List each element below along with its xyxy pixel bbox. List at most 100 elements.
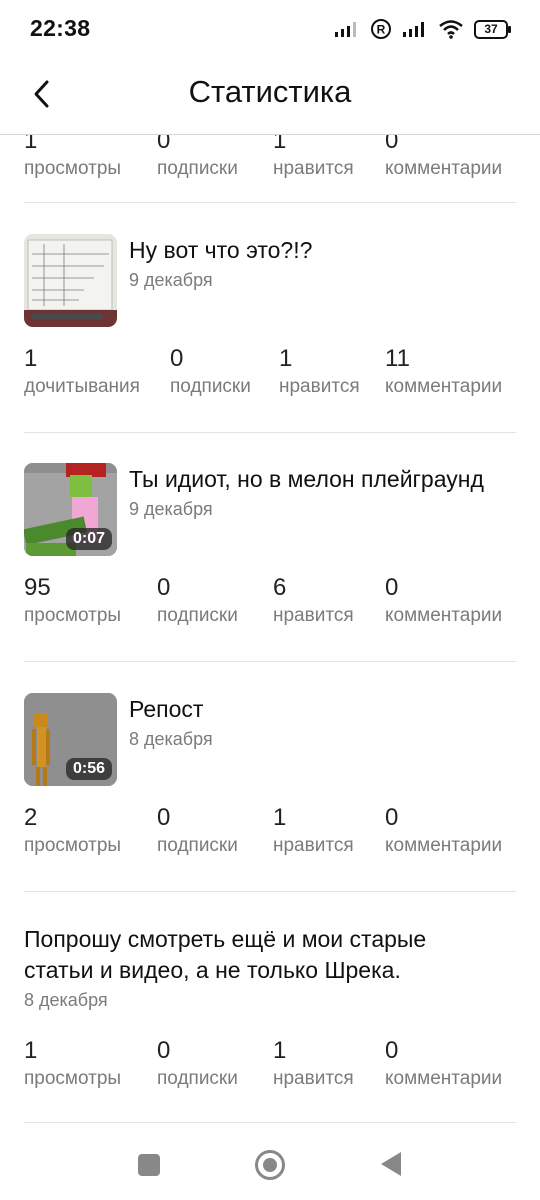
item-stats: 95 просмотры 0 подписки 6 нравится 0 ком…	[24, 573, 516, 633]
divider	[24, 432, 516, 433]
stat-subscriptions: 0 подписки	[157, 573, 238, 629]
stat-likes: 1 нравится	[273, 803, 354, 859]
stat-label: комментарии	[385, 835, 503, 856]
stat-value: 0	[170, 345, 184, 372]
item-date: 9 декабря	[129, 499, 213, 519]
stat-value: 2	[24, 804, 38, 831]
item-title[interactable]: Ты идиот, но в мелон плейграунд	[129, 466, 484, 493]
item-stats: 1 дочитывания 0 подписки 1 нравится 11 к…	[24, 344, 516, 404]
video-duration: 0:56	[65, 758, 112, 780]
stat-label: комментарии	[385, 605, 503, 626]
stat-label: подписки	[157, 1068, 238, 1089]
stat-likes: 1 нравится	[279, 344, 360, 400]
thumbnail[interactable]	[24, 234, 117, 327]
stat-comments: 0 комментарии	[385, 573, 502, 629]
stat-comments: 0 комментарии	[385, 803, 502, 859]
signal-icon	[403, 22, 424, 37]
stat-value: 0	[385, 804, 399, 831]
stat-subscriptions: 0 подписки	[170, 344, 251, 400]
stat-label: нравится	[279, 376, 360, 397]
item-date: 8 декабря	[24, 990, 108, 1010]
item-title[interactable]: Попрошу смотреть ещё и мои старые статьи…	[24, 924, 494, 986]
status-icons: R 37	[334, 18, 511, 40]
stat-comments: 11 комментарии	[385, 344, 502, 400]
video-duration: 0:07	[65, 528, 112, 550]
stat-value: 0	[157, 134, 171, 154]
item-stats: 2 просмотры 0 подписки 1 нравится 0 комм…	[24, 803, 516, 863]
list-item[interactable]: 0:56 Репост 8 декабря 2 просмотры 0 подп…	[24, 693, 516, 863]
system-nav-bar	[0, 1124, 540, 1200]
list-item[interactable]: 0:07 Ты идиот, но в мелон плейграунд 9 д…	[24, 463, 516, 633]
stat-label: нравится	[273, 1068, 354, 1089]
stat-label: просмотры	[24, 605, 122, 626]
stat-value: 1	[273, 804, 287, 831]
stat-label: просмотры	[24, 1068, 122, 1089]
item-stats: 1 просмотры 0 подписки 1 нравится 0 комм…	[24, 134, 516, 186]
stat-label: нравится	[273, 158, 354, 179]
stat-value: 0	[385, 1037, 399, 1064]
item-title[interactable]: Ну вот что это?!?	[129, 237, 312, 264]
stat-label: подписки	[157, 835, 238, 856]
status-bar: 22:38 R 37	[0, 0, 540, 58]
stats-list[interactable]: 1 просмотры 0 подписки 1 нравится 0 комм…	[0, 134, 540, 1124]
divider	[24, 661, 516, 662]
stat-label: дочитывания	[24, 376, 140, 397]
stat-label: комментарии	[385, 1068, 503, 1089]
divider	[24, 891, 516, 892]
stat-value: 95	[24, 574, 51, 601]
stat-views: 1 просмотры	[24, 134, 121, 182]
list-item[interactable]: Попрошу смотреть ещё и мои старые статьи…	[24, 924, 516, 1114]
stat-views: 1 просмотры	[24, 1036, 121, 1092]
stat-value: 1	[273, 134, 287, 154]
stat-subscriptions: 0 подписки	[157, 134, 238, 182]
header: Статистика	[0, 58, 540, 135]
stat-label: подписки	[170, 376, 251, 397]
list-item[interactable]: 1 просмотры 0 подписки 1 нравится 0 комм…	[24, 134, 516, 196]
item-date: 8 декабря	[129, 729, 213, 749]
stat-value: 0	[157, 574, 171, 601]
stat-value: 1	[24, 345, 38, 372]
stat-likes: 1 нравится	[273, 134, 354, 182]
item-title[interactable]: Репост	[129, 696, 203, 723]
battery-icon: 37	[474, 19, 511, 39]
divider	[24, 202, 516, 203]
home-circle-icon[interactable]	[255, 1150, 285, 1180]
stat-value: 0	[385, 134, 399, 154]
stat-label: подписки	[157, 158, 238, 179]
stat-value: 0	[385, 574, 399, 601]
stat-value: 0	[157, 1037, 171, 1064]
stat-likes: 1 нравится	[273, 1036, 354, 1092]
wifi-icon	[439, 20, 463, 39]
divider	[24, 1122, 516, 1123]
back-triangle-icon[interactable]	[381, 1152, 401, 1176]
item-date: 9 декабря	[129, 270, 213, 290]
item-stats: 1 просмотры 0 подписки 1 нравится 0 комм…	[24, 1036, 516, 1096]
svg-text:R: R	[377, 23, 386, 37]
stat-label: нравится	[273, 835, 354, 856]
stat-value: 6	[273, 574, 287, 601]
stat-views: 95 просмотры	[24, 573, 121, 629]
stat-value: 11	[385, 345, 410, 372]
recents-square-icon[interactable]	[138, 1154, 160, 1176]
stat-value: 1	[273, 1037, 287, 1064]
thumbnail[interactable]: 0:56	[24, 693, 117, 786]
stat-reads: 1 дочитывания	[24, 344, 140, 400]
list-item[interactable]: Ну вот что это?!? 9 декабря 1 дочитывани…	[24, 234, 516, 404]
thumbnail[interactable]: 0:07	[24, 463, 117, 556]
stat-likes: 6 нравится	[273, 573, 354, 629]
stat-label: нравится	[273, 605, 354, 626]
signal-icon	[335, 22, 356, 37]
stat-subscriptions: 0 подписки	[157, 1036, 238, 1092]
stat-comments: 0 комментарии	[385, 1036, 502, 1092]
stat-value: 1	[24, 1037, 38, 1064]
stat-label: просмотры	[24, 835, 122, 856]
page-title: Статистика	[188, 74, 352, 109]
status-time: 22:38	[30, 15, 91, 41]
stat-views: 2 просмотры	[24, 803, 121, 859]
stat-label: подписки	[157, 605, 238, 626]
stat-label: комментарии	[385, 158, 503, 179]
stat-value: 1	[279, 345, 293, 372]
roaming-r-icon: R	[371, 19, 391, 39]
stat-subscriptions: 0 подписки	[157, 803, 238, 859]
stat-label: просмотры	[24, 158, 122, 179]
